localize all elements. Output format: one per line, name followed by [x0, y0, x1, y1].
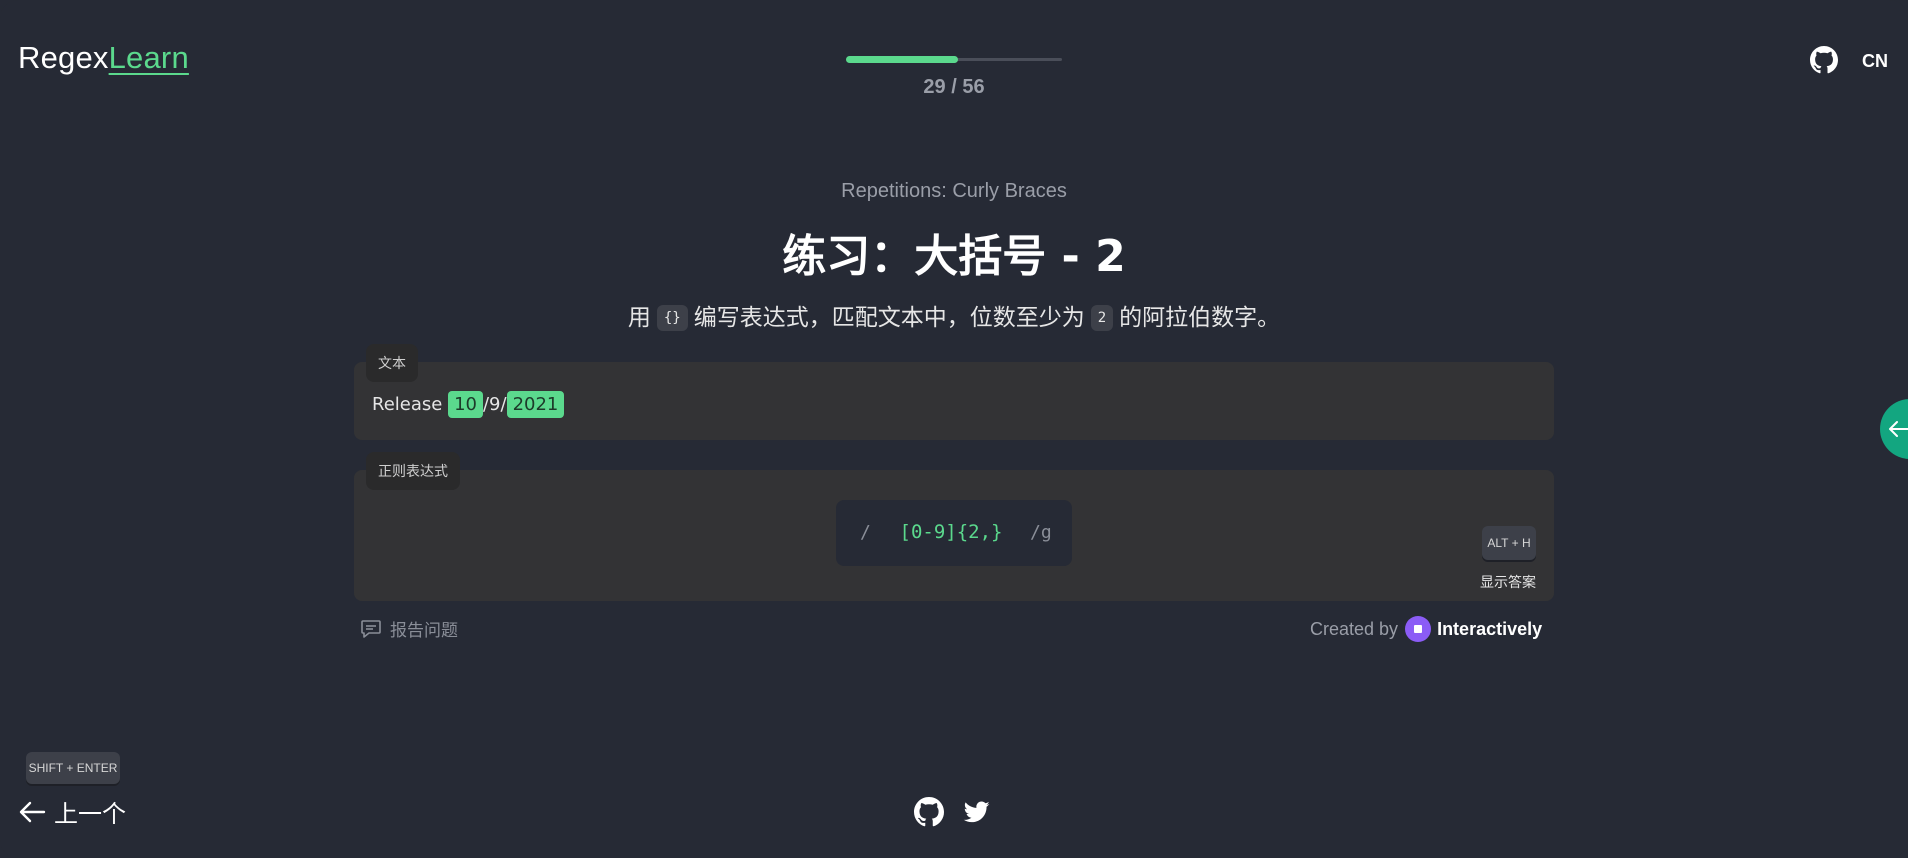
app-frame: RegexLearn 29 / 56 CN Repetitions: Curly… — [0, 0, 1908, 858]
language-toggle[interactable]: CN — [1862, 51, 1888, 72]
hint-shortcut: ALT + H — [1482, 526, 1536, 560]
sample-text: Release 10/9/2021 — [372, 391, 565, 418]
text-match: 10 — [448, 391, 483, 418]
text-match: 2021 — [506, 391, 565, 418]
text-segment: /9/ — [482, 394, 507, 415]
lesson-description: 用{} 编写表达式，匹配文本中，位数至少为 2 的阿拉伯数字。 — [0, 298, 1908, 332]
progress-counter: 29 / 56 — [923, 76, 985, 98]
logo-text-regex: Regex — [18, 40, 109, 75]
previous-label: 上一个 — [54, 800, 126, 828]
regex-editor: / /g — [836, 500, 1072, 566]
created-by[interactable]: Created by Interactively — [1310, 616, 1542, 642]
regex-open-slash: / — [860, 522, 871, 543]
github-icon[interactable] — [1810, 46, 1838, 74]
logo-text-learn: Learn — [108, 40, 189, 75]
code-chip-two: 2 — [1090, 305, 1114, 331]
regex-card-label: 正则表达式 — [366, 452, 460, 490]
desc-prefix: 用 — [627, 305, 651, 331]
show-answer-button[interactable]: 显示答案 — [1480, 572, 1536, 592]
code-chip-braces: {} — [656, 305, 688, 331]
desc-suffix: 的阿拉伯数字。 — [1119, 305, 1281, 331]
prev-shortcut: SHIFT + ENTER — [26, 752, 120, 784]
progress-track — [846, 56, 1062, 63]
report-issue-label: 报告问题 — [390, 621, 458, 641]
created-by-label: Created by — [1310, 618, 1399, 639]
regex-flags: /g — [1030, 522, 1052, 543]
regex-input[interactable] — [896, 520, 1006, 544]
arrow-left-icon — [1889, 421, 1908, 437]
brand-name: Interactively — [1437, 618, 1543, 639]
regex-card: 正则表达式 / /g ALT + H 显示答案 — [354, 452, 1554, 601]
comment-icon — [361, 619, 381, 638]
previous-button[interactable]: 上一个 — [18, 794, 126, 829]
text-card: 文本 Release 10/9/2021 — [354, 344, 1554, 440]
text-card-label: 文本 — [366, 344, 418, 382]
desc-middle: 编写表达式，匹配文本中，位数至少为 — [693, 305, 1085, 331]
next-lesson-tab[interactable] — [1880, 399, 1908, 459]
twitter-icon[interactable] — [962, 799, 992, 825]
section-name: Repetitions: Curly Braces — [841, 180, 1067, 202]
logo-link[interactable]: RegexLearn — [18, 40, 189, 76]
github-icon[interactable] — [914, 797, 944, 827]
interactively-logo-icon — [1405, 616, 1432, 642]
arrow-left-icon — [19, 801, 46, 822]
text-segment: Release — [372, 394, 449, 415]
report-issue-link[interactable]: 报告问题 — [360, 616, 458, 641]
lesson-title: 练习：大括号 - 2 — [782, 231, 1126, 282]
progress-fill — [846, 56, 958, 63]
